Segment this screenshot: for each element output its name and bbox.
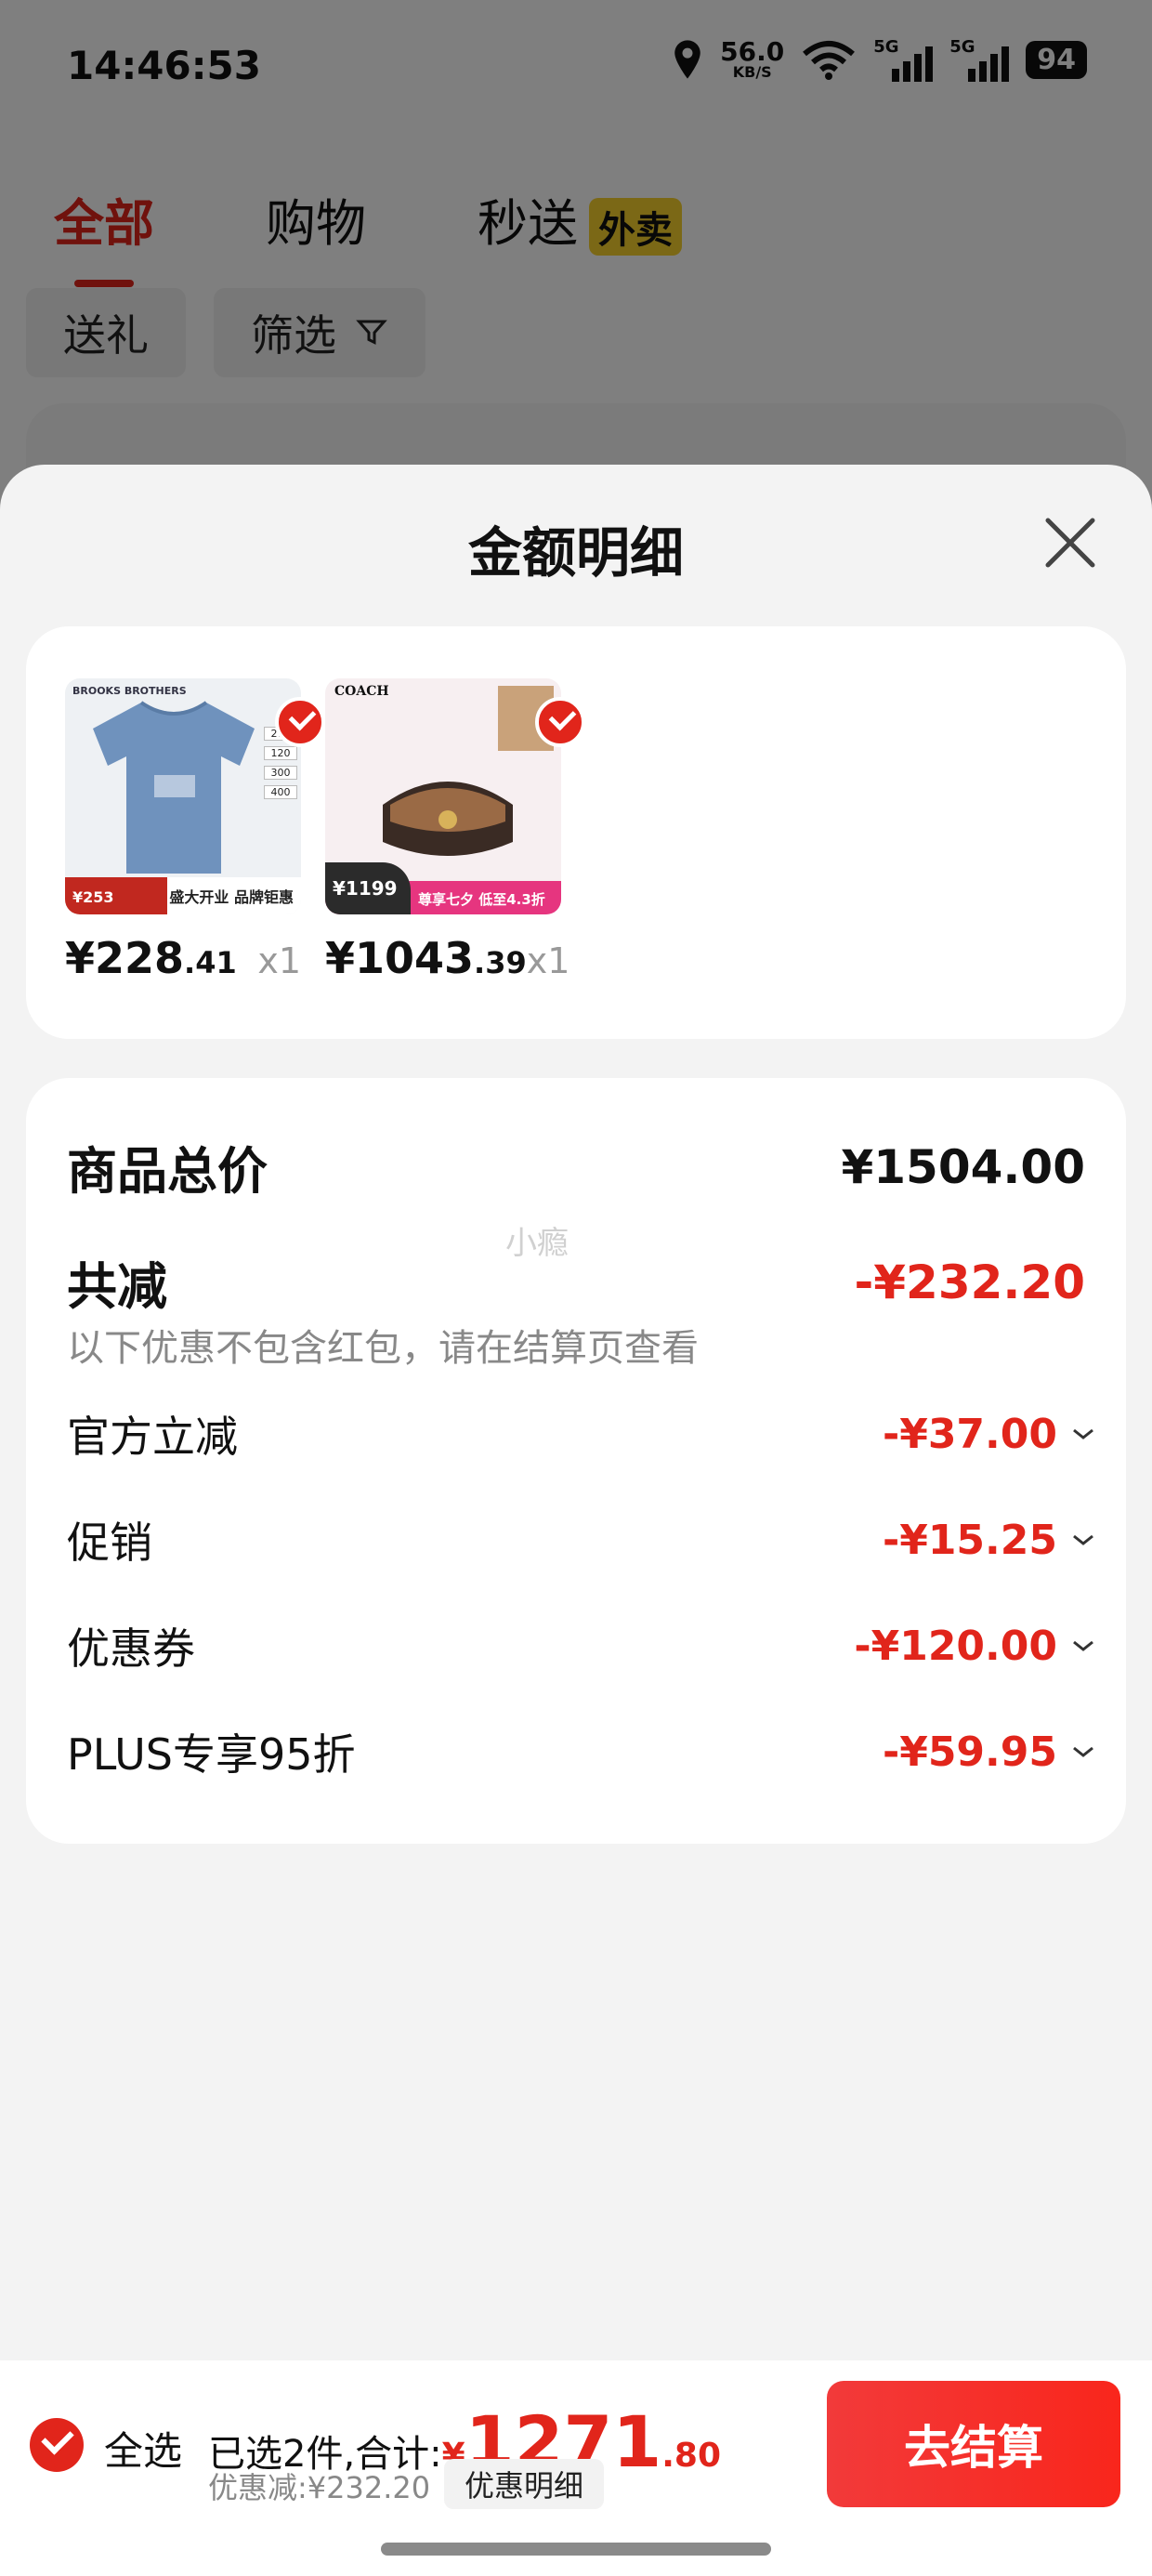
item-check-icon[interactable] (535, 697, 585, 747)
discount-note: 以下优惠不包含红包，请在结算页查看 (67, 1327, 699, 1370)
chevron-down-icon (1073, 1534, 1093, 1545)
price-summary-card: 商品总价 ¥1504.00 小瘾 共减 -¥232.20 以下优惠不包含红包，请… (26, 1078, 1126, 1844)
total-reduction-value: -¥232.20 (854, 1255, 1086, 1309)
goods-item[interactable]: BROOKS BROTHERS 270120300400 ¥253 盛大开业 品… (65, 678, 344, 983)
select-all-label[interactable]: 全选 (104, 2420, 182, 2477)
discount-row-official[interactable]: 官方立减 -¥37.00 (67, 1403, 1093, 1465)
product-image: COACH 尊享七夕 低至4.3折 ¥1199 (325, 678, 561, 914)
product-image: BROOKS BROTHERS 270120300400 ¥253 盛大开业 品… (65, 678, 301, 914)
sheet-title: 金额明细 (467, 521, 684, 585)
amount-detail-sheet: 金额明细 BROOKS BROTHERS 270120300400 ¥253 盛… (0, 465, 1152, 2576)
close-icon[interactable] (1041, 513, 1100, 572)
home-indicator[interactable] (381, 2543, 771, 2556)
goods-card: BROOKS BROTHERS 270120300400 ¥253 盛大开业 品… (26, 626, 1126, 1039)
product-brand: COACH (334, 684, 389, 699)
item-quantity: x1 (257, 940, 301, 981)
total-price-value: ¥1504.00 (841, 1139, 1085, 1194)
discount-row-plus[interactable]: PLUS专享95折 -¥59.95 (67, 1721, 1093, 1782)
handbag-icon (383, 782, 513, 856)
item-quantity: x1 (526, 940, 570, 981)
select-all-check-icon[interactable] (30, 2418, 84, 2472)
total-price-row: 商品总价 ¥1504.00 (67, 1139, 1085, 1202)
item-check-icon[interactable] (275, 697, 325, 747)
product-brand: BROOKS BROTHERS (72, 685, 187, 697)
item-price: ¥1043.39 (325, 933, 527, 983)
chevron-down-icon (1073, 1640, 1093, 1651)
total-reduction-row: 共减 -¥232.20 (67, 1255, 1086, 1317)
discount-detail-button[interactable]: 优惠明细 (444, 2459, 605, 2509)
tshirt-icon (93, 701, 255, 874)
checkout-button[interactable]: 去结算 (827, 2381, 1120, 2507)
item-price: ¥228.41 (65, 933, 237, 983)
chevron-down-icon (1073, 1746, 1093, 1757)
goods-item[interactable]: COACH 尊享七夕 低至4.3折 ¥1199 ¥1043.39 x1 (325, 678, 604, 983)
chevron-down-icon (1073, 1428, 1093, 1439)
discount-summary: 优惠减:¥232.20 (208, 2470, 431, 2505)
discount-row-promotion[interactable]: 促销 -¥15.25 (67, 1509, 1093, 1571)
discount-row-coupon[interactable]: 优惠券 -¥120.00 (67, 1615, 1093, 1676)
